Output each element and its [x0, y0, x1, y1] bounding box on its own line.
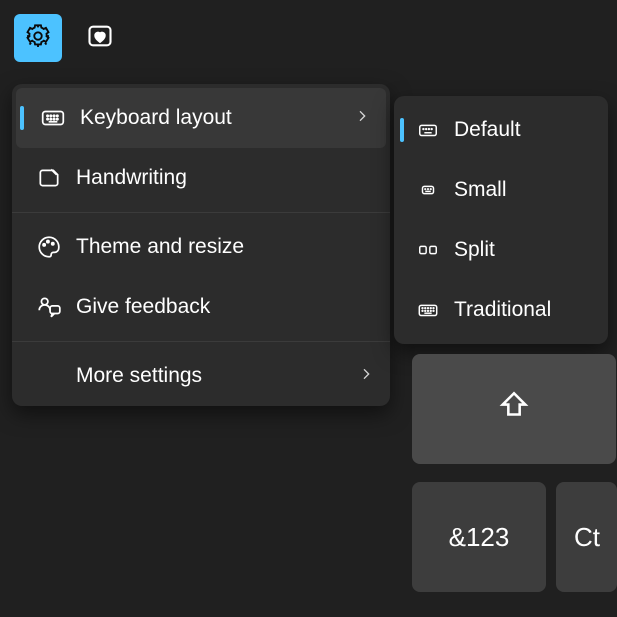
submenu-item-label: Small	[454, 178, 507, 202]
palette-icon	[28, 234, 70, 260]
menu-item-label: Handwriting	[76, 166, 374, 190]
menu-separator	[12, 212, 390, 213]
menu-separator	[12, 341, 390, 342]
gear-icon	[24, 22, 52, 55]
submenu-item-label: Traditional	[454, 298, 551, 322]
submenu-item-label: Split	[454, 238, 495, 262]
shift-key[interactable]	[412, 354, 616, 464]
toolbar	[0, 0, 617, 76]
submenu-item-default[interactable]: Default	[394, 100, 608, 160]
keyboard-traditional-icon	[410, 299, 446, 321]
symbols-key-label: &123	[449, 522, 510, 553]
ctrl-key[interactable]: Ct	[556, 482, 617, 592]
menu-item-more-settings[interactable]: More settings	[12, 346, 390, 406]
keyboard-icon	[32, 105, 74, 131]
handwriting-icon	[28, 165, 70, 191]
menu-item-theme-resize[interactable]: Theme and resize	[12, 217, 390, 277]
menu-item-keyboard-layout[interactable]: Keyboard layout	[16, 88, 386, 148]
selection-indicator	[400, 118, 404, 142]
menu-item-give-feedback[interactable]: Give feedback	[12, 277, 390, 337]
feedback-icon	[28, 294, 70, 320]
chevron-right-icon	[358, 364, 374, 388]
menu-item-label: More settings	[76, 364, 358, 388]
menu-item-label: Theme and resize	[76, 235, 374, 259]
selection-indicator	[20, 106, 24, 130]
settings-button[interactable]	[14, 14, 62, 62]
gif-picker-button[interactable]	[76, 14, 124, 62]
symbols-key[interactable]: &123	[412, 482, 546, 592]
ctrl-key-label: Ct	[574, 522, 600, 553]
keyboard-small-icon	[410, 179, 446, 201]
menu-item-label: Give feedback	[76, 295, 374, 319]
chevron-right-icon	[354, 106, 370, 130]
submenu-item-traditional[interactable]: Traditional	[394, 280, 608, 340]
submenu-item-small[interactable]: Small	[394, 160, 608, 220]
keyboard-layout-submenu: Default Small Split	[394, 96, 608, 344]
menu-item-label: Keyboard layout	[80, 106, 354, 130]
keyboard-split-icon	[410, 239, 446, 261]
shift-up-arrow-icon	[497, 389, 531, 430]
submenu-item-split[interactable]: Split	[394, 220, 608, 280]
submenu-item-label: Default	[454, 118, 521, 142]
gif-heart-icon	[86, 22, 114, 55]
keyboard-default-icon	[410, 119, 446, 141]
menu-item-handwriting[interactable]: Handwriting	[12, 148, 390, 208]
settings-menu: Keyboard layout Handwriting Theme and re…	[12, 84, 390, 406]
